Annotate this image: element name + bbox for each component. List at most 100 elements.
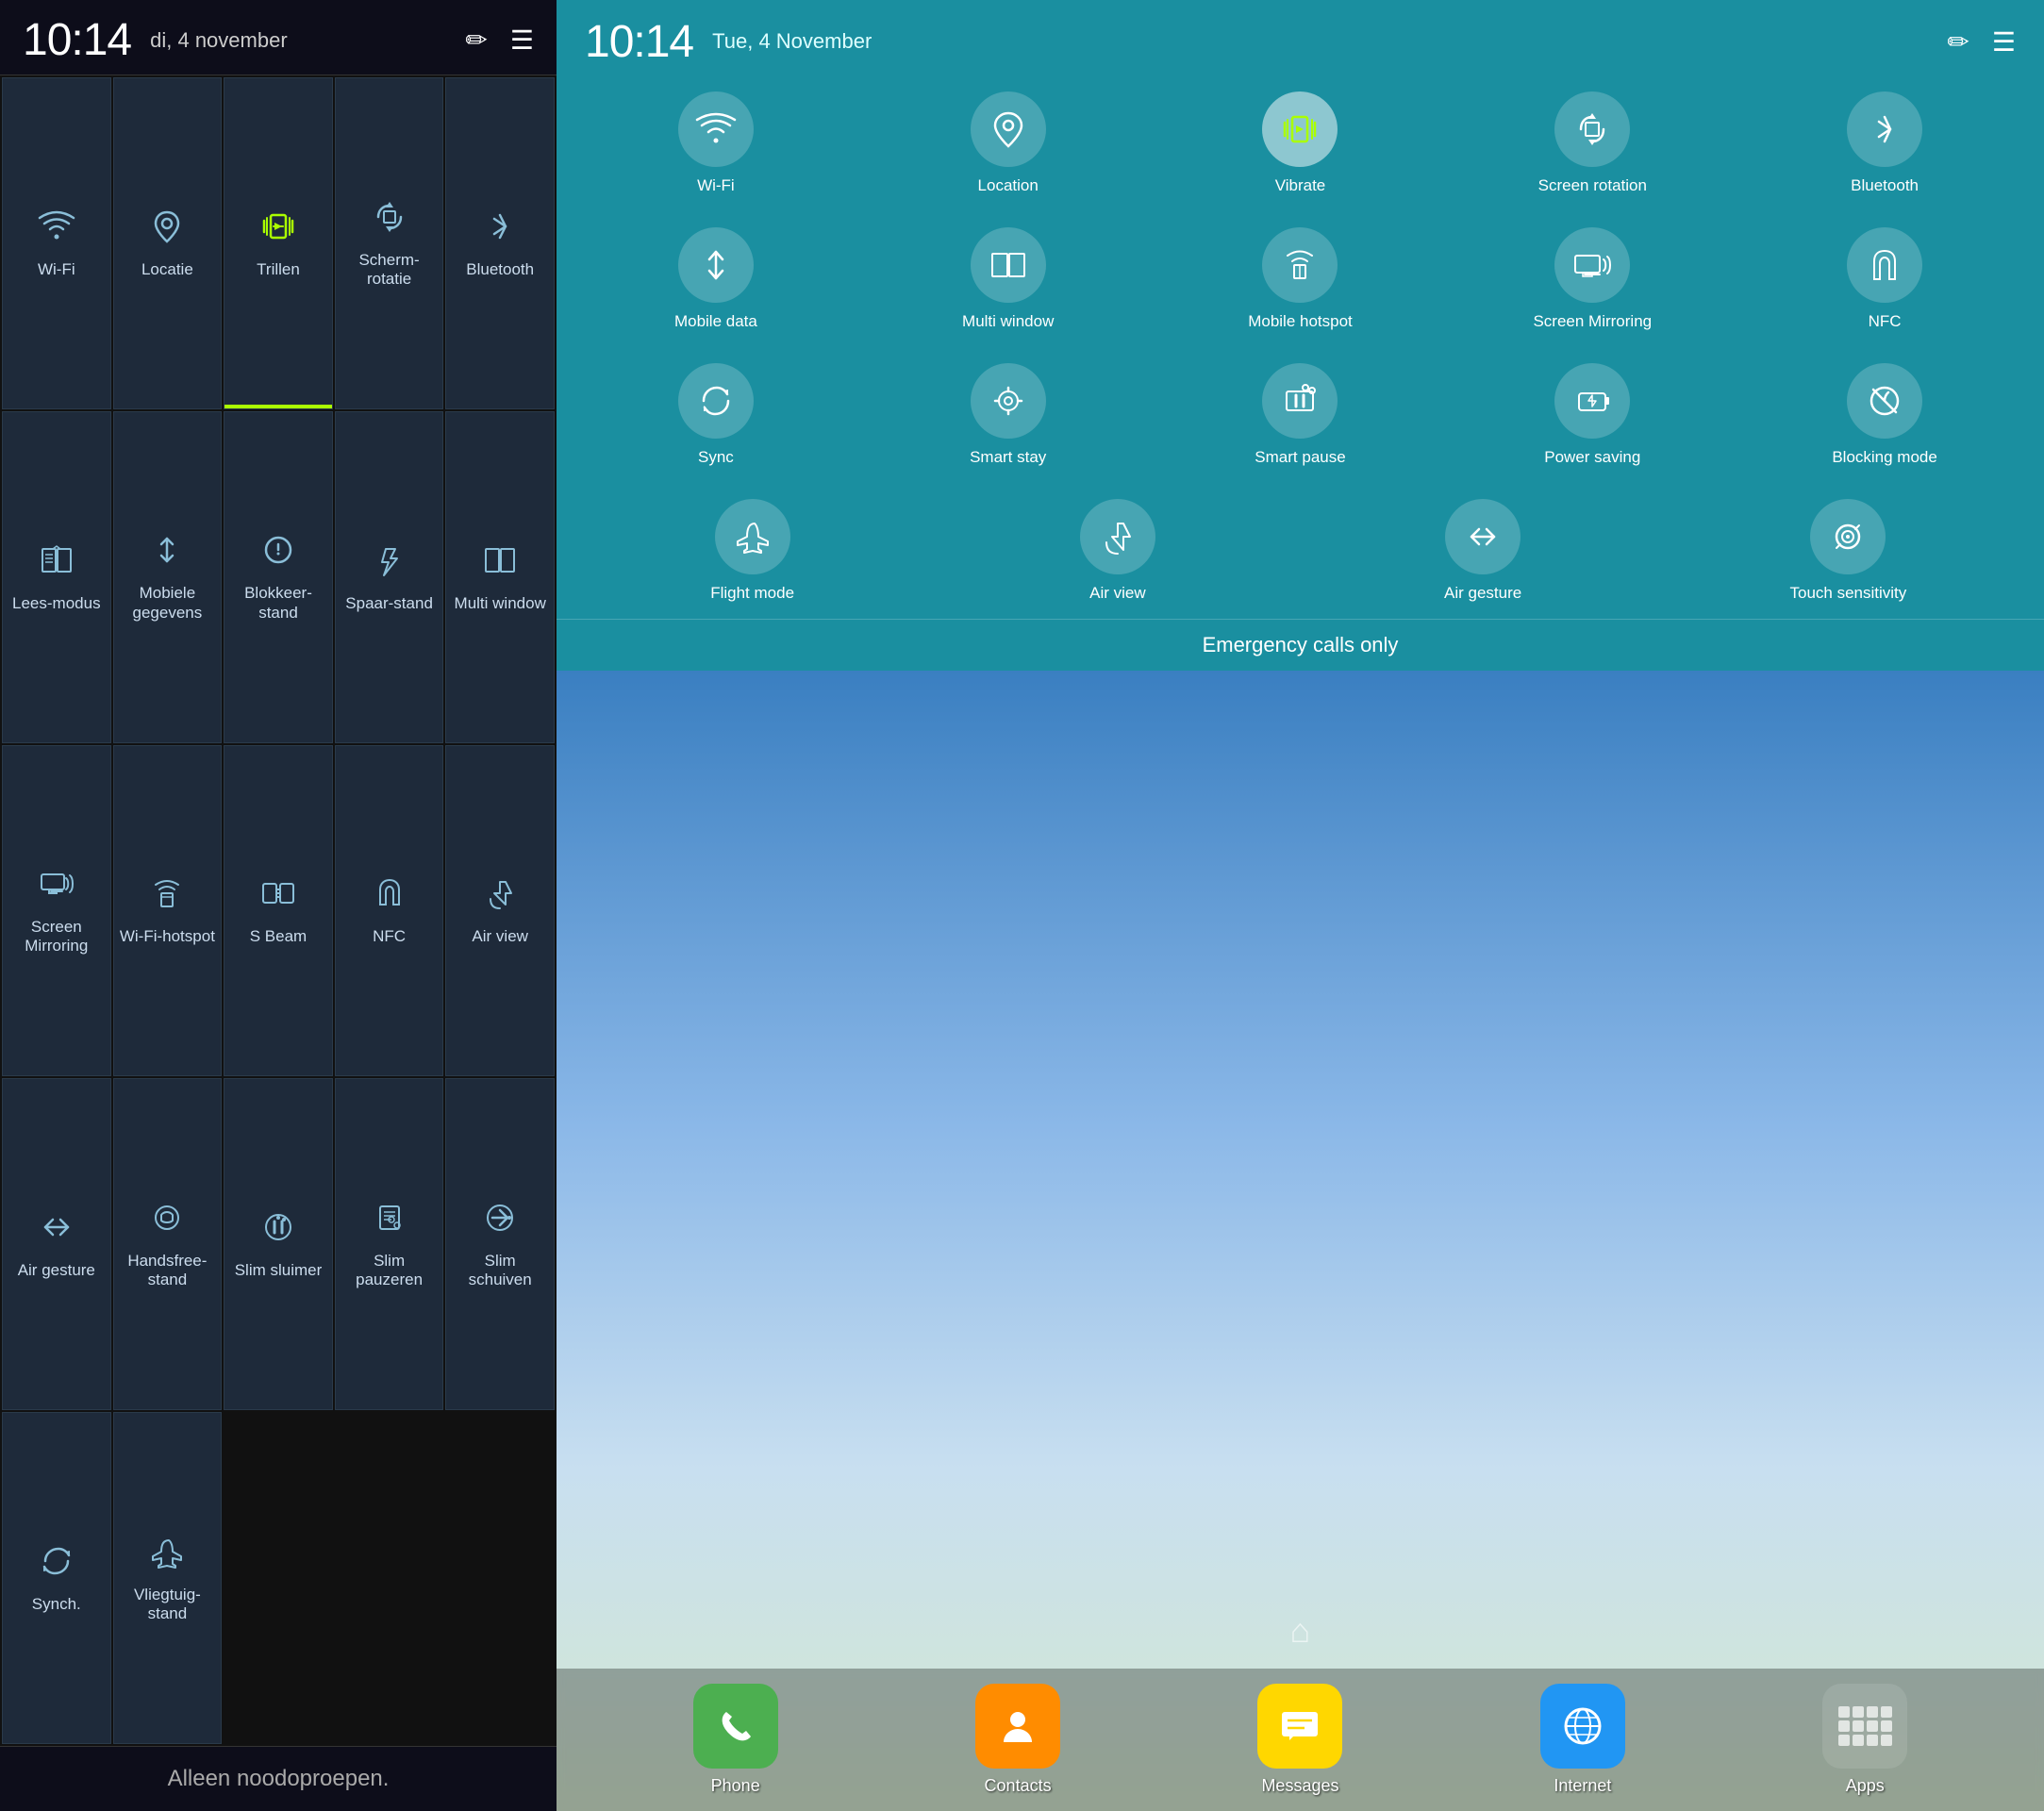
- right-vibrate-toggle[interactable]: Vibrate: [1156, 75, 1445, 208]
- left-multi-window-toggle[interactable]: Multi window: [445, 411, 555, 743]
- left-screen-rotation-label: Scherm-rotatie: [341, 251, 438, 290]
- left-air-gesture-toggle[interactable]: Air gesture: [2, 1078, 111, 1410]
- right-date: Tue, 4 November: [712, 29, 1928, 54]
- left-vibrate-toggle[interactable]: Trillen: [224, 77, 333, 409]
- flight-mode-icon-left: [148, 1533, 186, 1576]
- right-air-gesture-toggle[interactable]: Air gesture: [1303, 483, 1664, 615]
- right-screen-rotation-toggle[interactable]: Screen rotation: [1448, 75, 1737, 208]
- dock-internet-label: Internet: [1554, 1776, 1611, 1796]
- dock-messages[interactable]: Messages: [1257, 1684, 1342, 1796]
- left-block-mode-label: Blokkeer-stand: [230, 584, 326, 623]
- left-flight-mode-toggle[interactable]: Vliegtuig-stand: [113, 1412, 223, 1744]
- right-smart-pause-toggle[interactable]: Smart pause: [1156, 347, 1445, 479]
- right-nfc-circle: [1847, 227, 1922, 303]
- handsfree-icon: [148, 1199, 186, 1242]
- left-s-beam-toggle[interactable]: S Beam: [224, 745, 333, 1077]
- left-bluetooth-toggle[interactable]: Bluetooth: [445, 77, 555, 409]
- right-smart-stay-toggle[interactable]: Smart stay: [864, 347, 1153, 479]
- right-screen-mirroring-circle: [1554, 227, 1630, 303]
- left-smart-pause-label: Slim sluimer: [235, 1261, 323, 1280]
- bluetooth-icon-left: [481, 208, 519, 251]
- vibrate-icon: [259, 208, 297, 251]
- dock-phone[interactable]: Phone: [693, 1684, 778, 1796]
- left-block-mode-toggle[interactable]: Blokkeer-stand: [224, 411, 333, 743]
- left-handsfree-toggle[interactable]: Handsfree-stand: [113, 1078, 223, 1410]
- screen-rotation-icon: [371, 198, 408, 241]
- wifi-hotspot-icon: [148, 874, 186, 918]
- left-location-toggle[interactable]: Locatie: [113, 77, 223, 409]
- right-screen-rotation-label: Screen rotation: [1538, 176, 1647, 195]
- right-smart-pause-circle: [1262, 363, 1338, 439]
- dock-phone-label: Phone: [711, 1776, 760, 1796]
- left-reading-mode-label: Lees-modus: [12, 594, 101, 613]
- right-sync-toggle[interactable]: Sync: [572, 347, 860, 479]
- left-screen-rotation-toggle[interactable]: Scherm-rotatie: [335, 77, 444, 409]
- right-panel: 10:14 Tue, 4 November ✏ ☰: [557, 0, 2044, 1811]
- right-vibrate-circle: [1262, 91, 1338, 167]
- right-location-toggle[interactable]: Location: [864, 75, 1153, 208]
- right-screen-mirroring-toggle[interactable]: Screen Mirroring: [1448, 211, 1737, 343]
- right-wifi-toggle[interactable]: Wi-Fi: [572, 75, 860, 208]
- dock-apps[interactable]: Apps: [1822, 1684, 1907, 1796]
- left-screen-mirroring-toggle[interactable]: Screen Mirroring: [2, 745, 111, 1077]
- right-header: 10:14 Tue, 4 November ✏ ☰: [557, 0, 2044, 75]
- right-air-view-toggle[interactable]: Air view: [937, 483, 1298, 615]
- internet-app-icon: [1540, 1684, 1625, 1769]
- left-power-saving-toggle[interactable]: Spaar-stand: [335, 411, 444, 743]
- right-blocking-mode-toggle[interactable]: Blocking mode: [1740, 347, 2029, 479]
- left-menu-icon[interactable]: ☰: [510, 25, 534, 56]
- right-screen-rotation-circle: [1554, 91, 1630, 167]
- right-air-view-circle: [1080, 499, 1155, 574]
- dock-internet[interactable]: Internet: [1540, 1684, 1625, 1796]
- left-smart-scroll-toggle[interactable]: Slim pauzeren: [335, 1078, 444, 1410]
- right-bluetooth-toggle[interactable]: Bluetooth: [1740, 75, 2029, 208]
- right-menu-icon[interactable]: ☰: [1992, 26, 2016, 58]
- left-nfc-label: NFC: [373, 927, 406, 946]
- left-nfc-toggle[interactable]: NFC: [335, 745, 444, 1077]
- left-reading-mode-toggle[interactable]: Lees-modus: [2, 411, 111, 743]
- right-sync-label: Sync: [698, 448, 734, 467]
- left-wifi-hotspot-label: Wi-Fi-hotspot: [120, 927, 215, 946]
- left-wifi-hotspot-toggle[interactable]: Wi-Fi-hotspot: [113, 745, 223, 1077]
- messages-app-icon: [1257, 1684, 1342, 1769]
- right-mobile-data-toggle[interactable]: Mobile data: [572, 211, 860, 343]
- right-grid-row1: Wi-Fi Location: [557, 75, 2044, 211]
- right-touch-sensitivity-toggle[interactable]: Touch sensitivity: [1668, 483, 2029, 615]
- right-emergency-text: Emergency calls only: [1203, 633, 1399, 656]
- right-bluetooth-label: Bluetooth: [1851, 176, 1919, 195]
- right-multi-window-toggle[interactable]: Multi window: [864, 211, 1153, 343]
- right-power-saving-toggle[interactable]: Power saving: [1448, 347, 1737, 479]
- right-mobile-hotspot-toggle[interactable]: Mobile hotspot: [1156, 211, 1445, 343]
- right-bluetooth-circle: [1847, 91, 1922, 167]
- left-air-gesture-label: Air gesture: [18, 1261, 95, 1280]
- left-smart-scroll-label: Slim pauzeren: [341, 1252, 438, 1290]
- left-location-label: Locatie: [141, 260, 193, 279]
- dock-contacts[interactable]: Contacts: [975, 1684, 1060, 1796]
- left-mobile-data-toggle[interactable]: Mobiele gegevens: [113, 411, 223, 743]
- right-emergency-bar: Emergency calls only: [557, 619, 2044, 671]
- right-air-gesture-label: Air gesture: [1444, 584, 1521, 603]
- left-air-view-toggle[interactable]: Air view: [445, 745, 555, 1077]
- left-power-save-label: Spaar-stand: [345, 594, 433, 613]
- dock-contacts-label: Contacts: [985, 1776, 1052, 1796]
- left-vibrate-label: Trillen: [257, 260, 300, 279]
- nfc-icon-left: [371, 874, 408, 918]
- slim-schuiven-icon: [481, 1199, 519, 1242]
- right-wifi-label: Wi-Fi: [697, 176, 735, 195]
- right-multi-window-label: Multi window: [962, 312, 1054, 331]
- dock-messages-label: Messages: [1261, 1776, 1338, 1796]
- home-button[interactable]: ⌂: [1272, 1603, 1329, 1659]
- right-nfc-toggle[interactable]: NFC: [1740, 211, 2029, 343]
- screen-mirror-icon: [38, 865, 75, 908]
- left-smart-pause-toggle[interactable]: Slim sluimer: [224, 1078, 333, 1410]
- left-sync-toggle[interactable]: Synch.: [2, 1412, 111, 1744]
- left-slim-schuiven-toggle[interactable]: Slim schuiven: [445, 1078, 555, 1410]
- right-sync-circle: [678, 363, 754, 439]
- smart-scroll-icon: [371, 1199, 408, 1242]
- left-wifi-toggle[interactable]: Wi-Fi: [2, 77, 111, 409]
- left-air-view-label: Air view: [472, 927, 528, 946]
- right-flight-mode-toggle[interactable]: Flight mode: [572, 483, 933, 615]
- right-edit-icon[interactable]: ✏: [1947, 26, 1969, 58]
- right-multi-window-circle: [971, 227, 1046, 303]
- left-edit-icon[interactable]: ✏: [465, 25, 487, 56]
